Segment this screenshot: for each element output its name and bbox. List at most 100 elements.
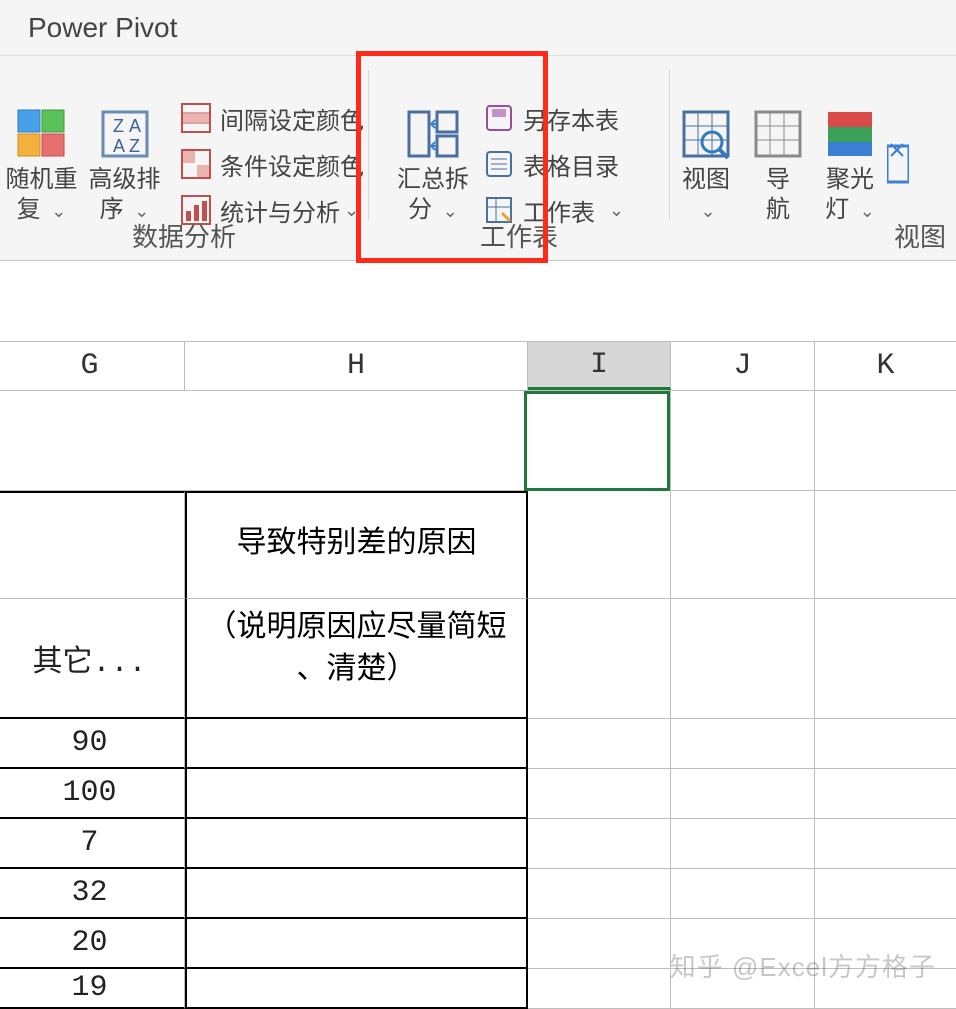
nav-button[interactable]: 导 航 bbox=[742, 97, 814, 225]
svg-text:Z: Z bbox=[129, 136, 140, 156]
conditional-color-icon bbox=[176, 149, 216, 179]
save-table-label: 另存本表 bbox=[519, 101, 619, 136]
ribbon-group-worksheet: 汇总拆 分 ⌄ 另存本表 表格目录 工作表 ⌄ bbox=[369, 56, 669, 260]
cell[interactable]: 7 bbox=[0, 819, 185, 869]
svg-text:A: A bbox=[113, 136, 125, 156]
random-repeat-icon bbox=[16, 103, 68, 165]
col-header-j[interactable]: J bbox=[671, 342, 815, 390]
cell[interactable] bbox=[528, 719, 671, 769]
table-row: 100 bbox=[0, 769, 956, 819]
col-header-k[interactable]: K bbox=[815, 342, 956, 390]
cell[interactable] bbox=[671, 599, 815, 719]
cell[interactable] bbox=[528, 769, 671, 819]
col-header-h[interactable]: H bbox=[185, 342, 528, 390]
grid-row bbox=[0, 391, 956, 491]
table-row: 90 bbox=[0, 719, 956, 769]
partial-icon bbox=[887, 133, 909, 195]
cell[interactable]: 100 bbox=[0, 769, 185, 819]
cell[interactable] bbox=[185, 769, 528, 819]
cell[interactable] bbox=[528, 491, 671, 599]
random-repeat-button[interactable]: 随机重 复 ⌄ bbox=[0, 97, 83, 226]
table-toc-icon bbox=[479, 149, 519, 179]
advanced-sort-label: 高级排 序 bbox=[89, 166, 161, 223]
cell[interactable] bbox=[815, 769, 956, 819]
cell[interactable] bbox=[185, 919, 528, 969]
view-button[interactable]: 视图 ⌄ bbox=[670, 97, 742, 226]
partial-button[interactable] bbox=[886, 127, 916, 195]
chevron-down-icon: ⌄ bbox=[856, 201, 875, 221]
view-label: 视图 bbox=[682, 166, 730, 193]
group-label-view: 视图 bbox=[894, 217, 946, 254]
data-analysis-stack: 间隔设定颜色 条件设定颜色 统计与分析⌄ bbox=[172, 89, 368, 233]
ribbon: 随机重 复 ⌄ Z A A Z 高级排 序 ⌄ 间隔设定颜色 bbox=[0, 56, 956, 261]
save-table-icon bbox=[479, 103, 519, 133]
sort-icon: Z A A Z bbox=[99, 103, 151, 165]
interval-color-label: 间隔设定颜色 bbox=[216, 101, 364, 136]
cell[interactable] bbox=[815, 719, 956, 769]
cell[interactable] bbox=[815, 819, 956, 869]
advanced-sort-button[interactable]: Z A A Z 高级排 序 ⌄ bbox=[83, 97, 166, 226]
cell[interactable] bbox=[0, 391, 185, 491]
cell[interactable] bbox=[815, 491, 956, 599]
interval-color-button[interactable]: 间隔设定颜色 bbox=[172, 95, 368, 141]
spreadsheet[interactable]: G H I J K 其它... 导致特别差的原因 （说明原因应尽量简短 、清楚）… bbox=[0, 341, 956, 1009]
cell[interactable] bbox=[815, 391, 956, 491]
col-header-i[interactable]: I bbox=[528, 342, 671, 390]
cell[interactable] bbox=[185, 391, 528, 491]
cell[interactable]: 19 bbox=[0, 969, 185, 1009]
cell[interactable] bbox=[671, 491, 815, 599]
spotlight-button[interactable]: 聚光 灯 ⌄ bbox=[814, 97, 886, 226]
random-repeat-label: 随机重 复 bbox=[6, 166, 78, 223]
cell[interactable] bbox=[185, 719, 528, 769]
merged-header-h: 导致特别差的原因 （说明原因应尽量简短 、清楚） bbox=[185, 493, 528, 719]
cell[interactable]: 90 bbox=[0, 719, 185, 769]
watermark: 知乎 @Excel方方格子 bbox=[670, 947, 936, 984]
cell[interactable] bbox=[185, 969, 528, 1009]
cell[interactable] bbox=[671, 391, 815, 491]
cell[interactable] bbox=[185, 869, 528, 919]
cell[interactable]: 其它... bbox=[0, 599, 185, 719]
worksheet-stack: 另存本表 表格目录 工作表 ⌄ bbox=[475, 89, 628, 233]
chevron-down-icon: ⌄ bbox=[696, 201, 715, 221]
ribbon-group-view: 视图 ⌄ 导 航 聚光 灯 ⌄ 视图 bbox=[670, 56, 956, 260]
view-icon bbox=[678, 103, 734, 165]
nav-label: 导 航 bbox=[766, 165, 790, 225]
cell[interactable]: 20 bbox=[0, 919, 185, 969]
cell[interactable] bbox=[528, 599, 671, 719]
cell[interactable] bbox=[815, 869, 956, 919]
table-toc-label: 表格目录 bbox=[519, 147, 619, 182]
ribbon-group-data-analysis: 随机重 复 ⌄ Z A A Z 高级排 序 ⌄ 间隔设定颜色 bbox=[0, 56, 368, 260]
merge-split-button[interactable]: 汇总拆 分 ⌄ bbox=[391, 97, 475, 226]
cell[interactable]: 32 bbox=[0, 869, 185, 919]
conditional-color-button[interactable]: 条件设定颜色 bbox=[172, 141, 368, 187]
table-row: 32 bbox=[0, 869, 956, 919]
cell[interactable] bbox=[528, 869, 671, 919]
tab-power-pivot[interactable]: Power Pivot bbox=[28, 12, 177, 44]
cell[interactable] bbox=[185, 819, 528, 869]
cell[interactable] bbox=[671, 769, 815, 819]
cell[interactable] bbox=[815, 599, 956, 719]
cell[interactable] bbox=[528, 919, 671, 969]
spotlight-icon bbox=[822, 103, 878, 165]
cell[interactable] bbox=[671, 869, 815, 919]
col-header-g[interactable]: G bbox=[0, 342, 185, 390]
cell[interactable] bbox=[671, 819, 815, 869]
table-toc-button[interactable]: 表格目录 bbox=[475, 141, 628, 187]
table-row: 7 bbox=[0, 819, 956, 869]
merged-header-h-text: 导致特别差的原因 （说明原因应尽量简短 、清楚） bbox=[207, 522, 507, 690]
group-label-data-analysis: 数据分析 bbox=[0, 217, 368, 254]
svg-text:Z: Z bbox=[113, 116, 124, 136]
save-table-button[interactable]: 另存本表 bbox=[475, 95, 628, 141]
merge-split-label: 汇总拆 分 bbox=[397, 166, 469, 223]
cell[interactable] bbox=[0, 491, 185, 599]
cell[interactable] bbox=[528, 391, 671, 491]
ribbon-tab-bar: Power Pivot bbox=[0, 0, 956, 56]
cell[interactable] bbox=[528, 819, 671, 869]
cell[interactable] bbox=[671, 719, 815, 769]
conditional-color-label: 条件设定颜色 bbox=[216, 147, 364, 182]
interval-color-icon bbox=[176, 103, 216, 133]
merge-split-icon bbox=[405, 103, 461, 165]
column-header-row: G H I J K bbox=[0, 341, 956, 391]
cell[interactable] bbox=[528, 969, 671, 1009]
svg-text:A: A bbox=[129, 116, 141, 136]
